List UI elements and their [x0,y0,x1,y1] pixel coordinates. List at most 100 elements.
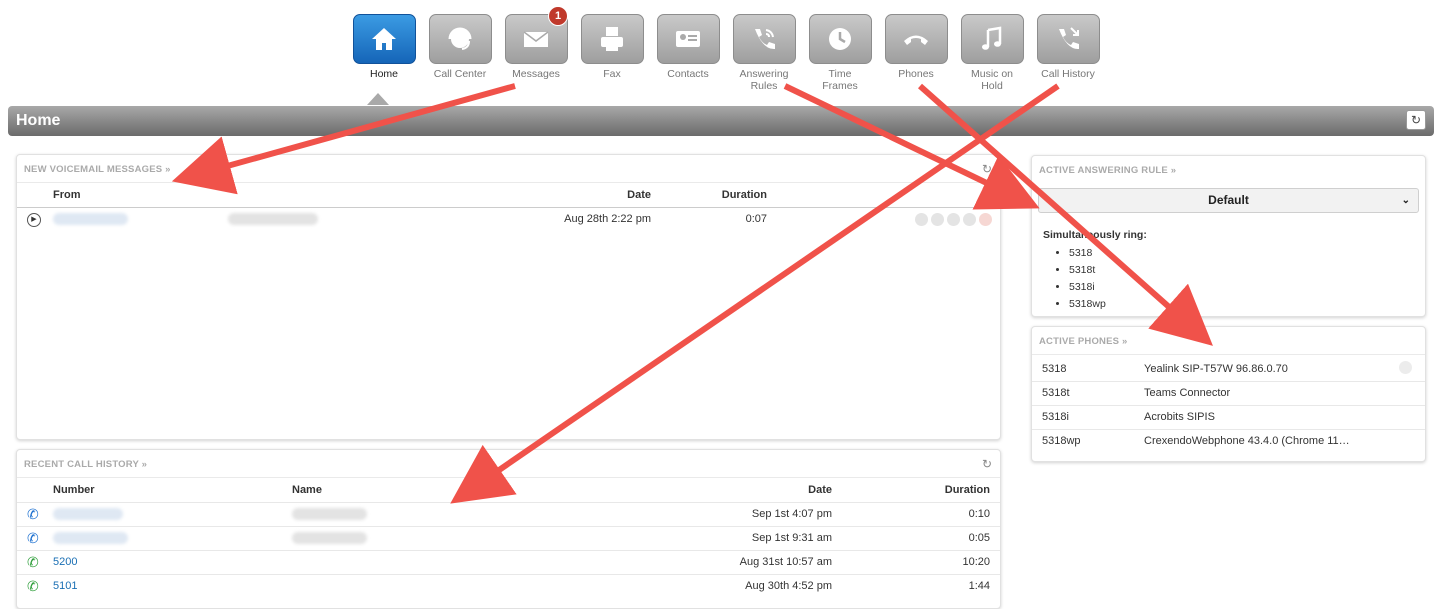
answering-rule-panel: ACTIVE ANSWERING RULE » Default ⌄ Simult… [1031,155,1426,317]
top-nav: Home Call Center 1 Messages Fax Contacts… [346,6,1106,92]
nav-phones[interactable]: Phones [878,14,954,92]
nav-label: Music on Hold [970,68,1013,92]
nav-label: Answering Rules [739,68,789,92]
nav-label: Phones [898,68,934,80]
phone-ext: 5318wp [1032,428,1144,453]
call-history-heading[interactable]: RECENT CALL HISTORY » [17,450,1000,478]
voicemail-panel: NEW VOICEMAIL MESSAGES » ↻ From Date Dur… [16,154,1001,440]
nav-home[interactable]: Home [346,14,422,92]
call-back-icon[interactable] [915,212,928,226]
incoming-call-icon: ✆ [17,501,47,526]
table-row: ✆ Sep 1st 4:07 pm 0:10 [17,501,1000,526]
phone-device: Teams Connector [1144,380,1399,405]
page-refresh-button[interactable]: ↻ [1406,110,1426,130]
handset-icon [884,14,948,64]
clock-icon [808,14,872,64]
delete-icon[interactable] [979,212,992,226]
download-icon[interactable] [947,212,960,226]
ring-list: 5318 5318t 5318i 5318wp [1043,245,1413,313]
history-name [292,573,712,598]
phone-device: Acrobits SIPIS [1144,404,1399,429]
col-duration: Duration [944,483,990,496]
col-number: Number [53,483,95,496]
nav-messages[interactable]: 1 Messages [498,6,574,92]
voicemail-actions [787,212,992,226]
table-row: 5318 Yealink SIP-T57W 96.86.0.70 [1032,357,1425,381]
phone-ext: 5318t [1032,380,1144,405]
refresh-icon[interactable]: ↻ [982,162,992,176]
active-phones-heading[interactable]: ACTIVE PHONES » [1032,327,1425,355]
voicemail-from[interactable] [47,206,537,231]
save-icon[interactable] [963,212,976,226]
history-duration: 10:20 [832,549,1000,574]
history-number[interactable] [47,501,292,526]
messages-badge: 1 [548,6,568,26]
history-name [292,501,712,526]
active-tab-pointer [367,93,389,105]
page-title: Home [16,112,61,129]
phone-ext: 5318 [1042,362,1067,375]
table-row: ✆ 5101 Aug 30th 4:52 pm 1:44 [17,573,1000,598]
nav-music-on-hold[interactable]: Music on Hold [954,14,1030,92]
nav-label: Home [369,68,398,80]
col-date: Date [627,188,651,201]
voicemail-heading[interactable]: NEW VOICEMAIL MESSAGES » [17,155,1000,183]
col-name: Name [292,483,322,496]
history-number[interactable]: 5101 [47,573,292,598]
headset-icon [428,14,492,64]
chevron-down-icon: ⌄ [1401,195,1410,206]
list-item: 5318i [1069,279,1413,296]
phone-device: Yealink SIP-T57W 96.86.0.70 [1144,362,1288,375]
contact-card-icon [656,14,720,64]
nav-call-history[interactable]: Call History [1030,14,1106,92]
history-number[interactable]: 5200 [47,549,292,574]
outgoing-call-icon: ✆ [17,573,47,598]
table-row: 5318t Teams Connector [1032,380,1425,405]
refresh-icon: ↻ [1410,113,1422,127]
home-icon [352,14,416,64]
nav-label: Messages [512,68,560,80]
nav-label: Call History [1041,68,1095,80]
call-history-icon [1036,14,1100,64]
history-date: Aug 31st 10:57 am [712,549,832,574]
answering-rule-select[interactable]: Default ⌄ [1038,188,1419,213]
list-item: 5318wp [1069,296,1413,313]
nav-label: Contacts [667,68,709,80]
table-row: ▶ Aug 28th 2:22 pm 0:07 [17,206,1000,231]
history-number[interactable] [47,525,292,550]
phone-ext: 5318i [1032,404,1144,429]
outgoing-call-icon: ✆ [17,549,47,574]
phone-device: CrexendoWebphone 43.4.0 (Chrome 11… [1144,428,1399,453]
answering-rule-heading[interactable]: ACTIVE ANSWERING RULE » [1032,156,1425,184]
nav-label: Fax [603,68,621,80]
call-history-panel: RECENT CALL HISTORY » ↻ Number Name Date… [16,449,1001,609]
gear-icon[interactable] [1399,360,1412,374]
nav-answering-rules[interactable]: Answering Rules [726,14,802,92]
nav-fax[interactable]: Fax [574,14,650,92]
voicemail-table: From Date Duration ▶ Aug 28th 2:22 pm 0:… [17,183,1000,231]
list-item: 5318 [1069,245,1413,262]
history-date: Sep 1st 9:31 am [712,525,832,550]
music-note-icon [960,14,1024,64]
history-duration: 0:10 [832,501,1000,526]
phone-rules-icon [732,14,796,64]
voicemail-duration: 0:07 [657,206,787,231]
play-icon[interactable]: ▶ [27,212,41,227]
table-row: 5318i Acrobits SIPIS [1032,404,1425,429]
list-item: 5318t [1069,262,1413,279]
nav-time-frames[interactable]: Time Frames [802,14,878,92]
history-date: Sep 1st 4:07 pm [712,501,832,526]
nav-contacts[interactable]: Contacts [650,14,726,92]
table-row: ✆ Sep 1st 9:31 am 0:05 [17,525,1000,550]
nav-call-center[interactable]: Call Center [422,14,498,92]
forward-icon[interactable] [931,212,944,226]
answering-rule-selected: Default [1208,193,1249,207]
fax-icon [580,14,644,64]
col-date: Date [808,483,832,496]
history-name [292,549,712,574]
voicemail-date: Aug 28th 2:22 pm [537,206,657,231]
history-date: Aug 30th 4:52 pm [712,573,832,598]
refresh-icon[interactable]: ↻ [982,457,992,471]
nav-label: Time Frames [822,68,858,92]
col-duration: Duration [721,188,767,201]
